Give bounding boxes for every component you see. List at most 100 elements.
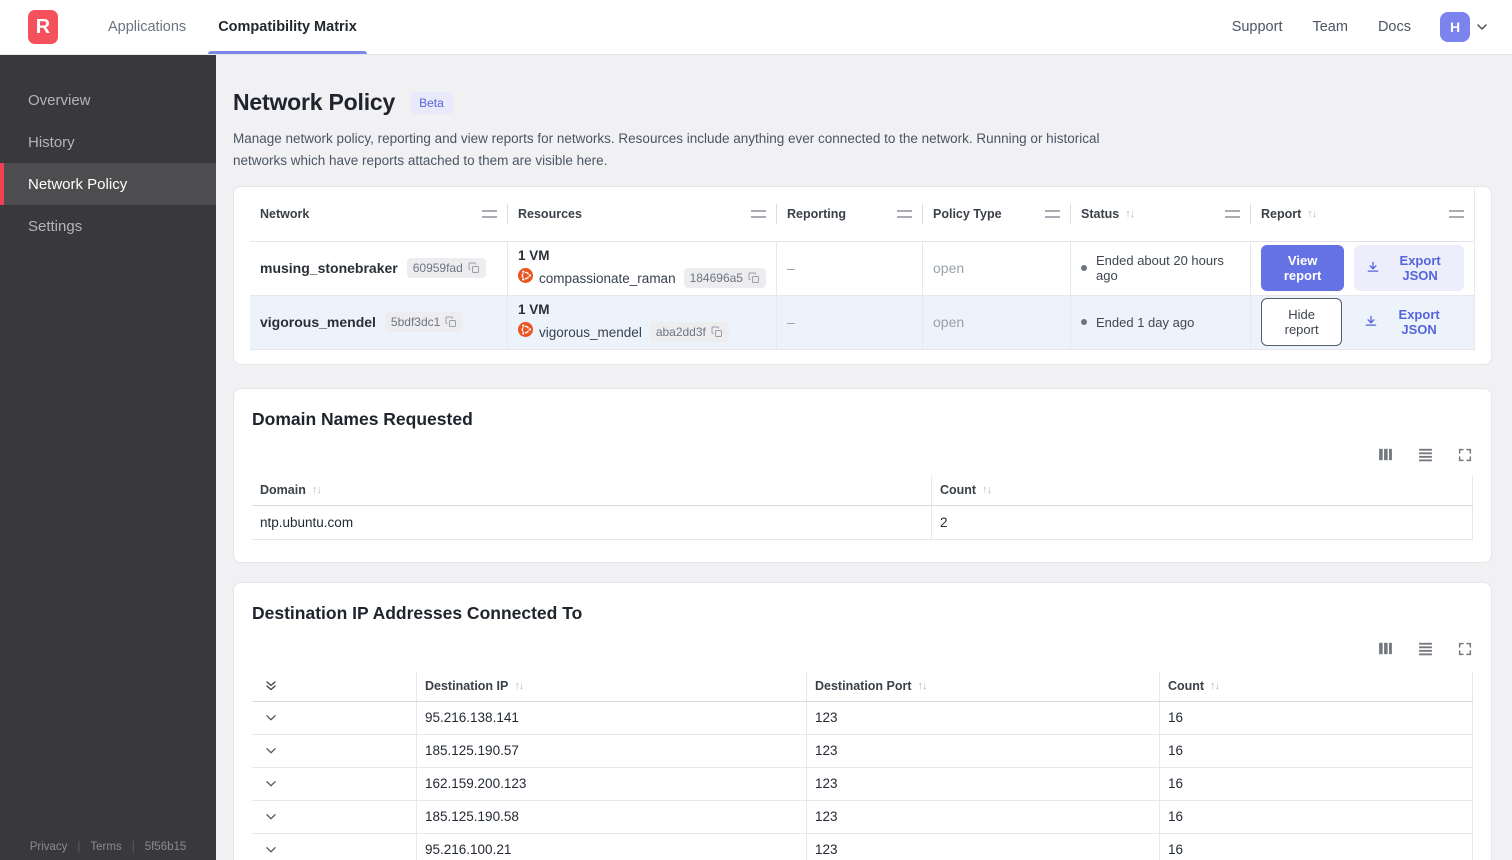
count-cell: 16 [1159,800,1472,833]
column-header-report[interactable]: Report ↑↓ [1250,203,1474,224]
sort-icon[interactable]: ↑↓ [1125,208,1135,220]
columns-view-icon[interactable] [1377,446,1394,463]
expand-fullscreen-icon[interactable] [1457,447,1473,463]
column-header-status[interactable]: Status ↑↓ [1070,203,1250,224]
column-label: Count [940,483,977,498]
footer-divider: | [131,841,135,853]
avatar[interactable]: H [1440,12,1470,42]
column-drag-handle-icon[interactable] [897,209,912,218]
network-name-cell: vigorous_mendel 5bdf3dc1 [250,296,507,349]
domain-names-card: Domain Names Requested Domain ↑↓ Count ↑… [233,387,1492,563]
column-header-destination-ip[interactable]: Destination IP ↑↓ [416,671,806,701]
copy-icon[interactable] [468,262,480,274]
double-chevron-down-icon[interactable] [264,679,278,693]
copy-icon[interactable] [748,272,760,284]
column-label: Reporting [787,206,847,221]
chevron-down-icon[interactable] [264,777,278,791]
copy-icon[interactable] [445,316,457,328]
expand-fullscreen-icon[interactable] [1457,641,1473,657]
nav-right: Support Team Docs H [1217,12,1490,42]
network-hash-badge: 5bdf3dc1 [384,312,464,333]
nav-link-support[interactable]: Support [1217,19,1298,35]
vm-count: 1 VM [518,302,550,318]
chevron-down-icon[interactable] [264,744,278,758]
column-label: Resources [518,206,582,221]
column-header-reporting[interactable]: Reporting [776,203,922,224]
destination-row: 185.125.190.58 123 16 [252,800,1473,834]
privacy-link[interactable]: Privacy [30,841,68,853]
sidebar-item-network-policy[interactable]: Network Policy [0,163,216,205]
column-header-network[interactable]: Network [250,204,507,224]
table-toolbar [252,446,1473,464]
hide-report-button[interactable]: Hide report [1261,298,1343,347]
destination-ip-cell: 95.216.100.21 [416,833,806,860]
card-title: Destination IP Addresses Connected To [252,602,583,623]
column-header-destination-port[interactable]: Destination Port ↑↓ [806,671,1159,701]
destination-ip-cell: 95.216.138.141 [416,701,806,734]
status-dot-icon [1081,265,1087,272]
chevron-down-icon[interactable] [264,711,278,725]
card-title: Domain Names Requested [252,408,473,429]
expand-cell [252,702,416,734]
sort-icon[interactable]: ↑↓ [1210,680,1220,692]
main-content: Network Policy Beta Manage network polic… [216,55,1512,860]
rows-view-icon[interactable] [1417,640,1434,657]
sort-icon[interactable]: ↑↓ [982,484,992,496]
column-drag-handle-icon[interactable] [751,209,766,218]
sort-icon[interactable]: ↑↓ [514,680,524,692]
policy-type-cell: open [922,241,1070,295]
column-label: Network [260,206,310,221]
column-header-domain[interactable]: Domain ↑↓ [252,476,931,505]
hash-text: 5bdf3dc1 [390,315,441,330]
page-description: Manage network policy, reporting and vie… [233,131,1100,168]
view-report-button[interactable]: View report [1261,245,1345,292]
sort-icon[interactable]: ↑↓ [312,484,322,496]
tab-compatibility-matrix[interactable]: Compatibility Matrix [202,0,373,54]
chevron-down-icon[interactable] [264,810,278,824]
export-label: Export JSON [1398,307,1440,338]
sort-icon[interactable]: ↑↓ [918,680,928,692]
count-cell: 16 [1159,833,1472,860]
destination-row: 95.216.138.141 123 16 [252,701,1473,735]
destinations-table-header: Destination IP ↑↓ Destination Port ↑↓ Co… [252,671,1473,702]
column-drag-handle-icon[interactable] [482,209,497,218]
page-header: Network Policy Beta Manage network polic… [233,89,1492,172]
sidebar-item-history[interactable]: History [0,121,216,163]
column-header-policy-type[interactable]: Policy Type [922,203,1070,224]
report-cell: Hide report Export JSON [1250,295,1474,349]
column-header-count[interactable]: Count ↑↓ [931,475,1472,505]
sidebar-item-settings[interactable]: Settings [0,205,216,247]
export-json-button[interactable]: Export JSON [1354,245,1464,292]
domains-table-header: Domain ↑↓ Count ↑↓ [252,475,1473,506]
primary-tabs: Applications Compatibility Matrix [92,0,373,54]
count-cell: 16 [1159,767,1472,800]
sort-icon[interactable]: ↑↓ [1307,208,1317,220]
count-cell: 16 [1159,701,1472,734]
domain-row: ntp.ubuntu.com 2 [252,505,1473,540]
column-drag-handle-icon[interactable] [1225,209,1240,218]
status-text: Ended about 20 hours ago [1096,253,1224,284]
column-header-resources[interactable]: Resources [507,203,776,224]
column-drag-handle-icon[interactable] [1449,209,1464,218]
export-json-button[interactable]: Export JSON [1352,299,1464,345]
rows-view-icon[interactable] [1417,446,1434,463]
tab-applications[interactable]: Applications [92,0,202,54]
destination-port-cell: 123 [806,800,1159,833]
columns-view-icon[interactable] [1377,640,1394,657]
chevron-down-icon[interactable] [1474,19,1490,35]
expand-cell [252,801,416,833]
nav-link-docs[interactable]: Docs [1363,19,1426,35]
domains-table: Domain ↑↓ Count ↑↓ ntp.ubuntu.com 2 [252,475,1473,540]
sidebar-footer: Privacy | Terms | 5f56b15 [0,841,216,853]
sidebar-item-overview[interactable]: Overview [0,79,216,121]
copy-icon[interactable] [711,326,723,338]
column-drag-handle-icon[interactable] [1045,209,1060,218]
nav-link-team[interactable]: Team [1297,19,1362,35]
column-header-count[interactable]: Count ↑↓ [1159,671,1472,701]
terms-link[interactable]: Terms [90,841,121,853]
destination-port-cell: 123 [806,734,1159,767]
app-logo[interactable]: R [28,10,58,44]
chevron-down-icon[interactable] [264,843,278,857]
download-icon [1366,260,1380,277]
build-hash: 5f56b15 [144,841,187,853]
